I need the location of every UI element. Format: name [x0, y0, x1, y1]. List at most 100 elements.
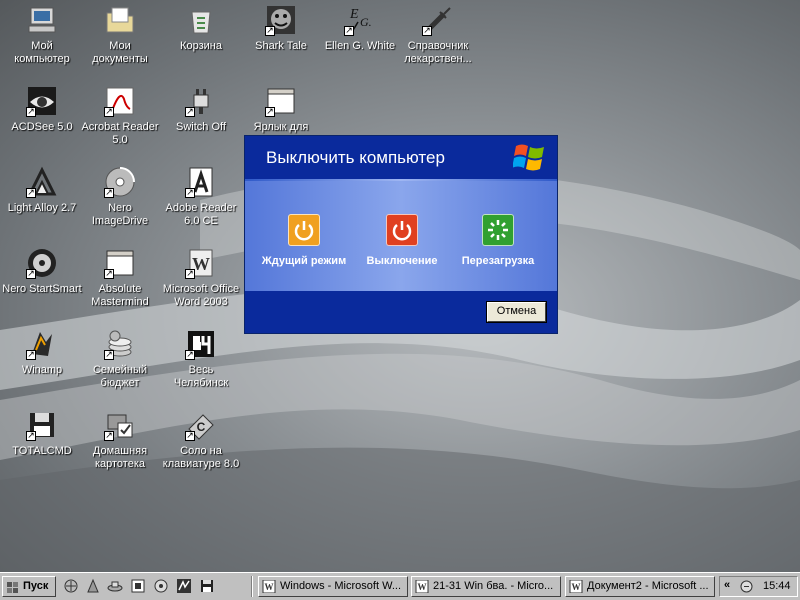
- desktop-icon-acrobat[interactable]: ↗ Acrobat Reader 5.0: [78, 83, 162, 163]
- shark-tale-icon: ↗: [265, 4, 297, 36]
- shortcut-arrow-icon: ↗: [265, 107, 275, 117]
- desktop-icon-winamp[interactable]: ↗ Winamp: [0, 326, 84, 406]
- svg-text:G.: G.: [360, 15, 372, 29]
- desktop-icon-absolute-mastermind[interactable]: ↗ Absolute Mastermind: [78, 245, 162, 325]
- desktop-icon-keyboard-solo[interactable]: C ↗ Соло на клавиатуре 8.0: [159, 407, 243, 487]
- desktop-icon-drug-reference[interactable]: ↗ Справочник лекарствен...: [396, 2, 480, 82]
- svg-text:W: W: [265, 582, 274, 592]
- svg-text:E: E: [349, 7, 359, 22]
- shortcut-arrow-icon: ↗: [185, 188, 195, 198]
- word-doc-icon: W: [262, 579, 276, 594]
- acdsee-eye-icon: ↗: [26, 85, 58, 117]
- shortcut-arrow-icon: ↗: [344, 26, 354, 36]
- cancel-button[interactable]: Отмена: [486, 301, 547, 323]
- shortcut-arrow-icon: ↗: [185, 269, 195, 279]
- svg-text:W: W: [572, 582, 581, 592]
- desktop-icon-recycle-bin[interactable]: Корзина: [159, 2, 243, 82]
- shortcut-arrow-icon: ↗: [26, 431, 36, 441]
- task-button-windows-word[interactable]: W Windows - Microsoft W...: [258, 576, 408, 597]
- quicklaunch-browser-icon[interactable]: [153, 578, 169, 594]
- desktop-icon-family-budget[interactable]: ↗ Семейный бюджет: [78, 326, 162, 406]
- quicklaunch-network-icon[interactable]: [107, 578, 123, 594]
- standby-icon: [294, 221, 314, 241]
- desktop-icon-light-alloy[interactable]: ↗ Light Alloy 2.7: [0, 164, 84, 244]
- desktop-icon-label: Весь Челябинск: [173, 364, 229, 389]
- start-label: Пуск: [23, 580, 49, 592]
- shortcut-arrow-icon: ↗: [104, 350, 114, 360]
- desktop-icon-my-computer[interactable]: Мой компьютер: [0, 2, 84, 82]
- nero-disc-icon: ↗: [104, 166, 136, 198]
- quicklaunch-winamp-icon[interactable]: [176, 578, 192, 594]
- quicklaunch-floppy-icon[interactable]: [199, 578, 215, 594]
- winamp-icon: ↗: [26, 328, 58, 360]
- clock[interactable]: 15:44: [763, 580, 791, 592]
- light-alloy-icon: ↗: [26, 166, 58, 198]
- syringe-icon: ↗: [422, 4, 454, 36]
- desktop-icon-shark-tale[interactable]: ↗ Shark Tale: [239, 2, 323, 82]
- desktop-icon-label: Соло на клавиатуре 8.0: [162, 445, 240, 470]
- windows-logo-icon: [512, 141, 547, 175]
- desktop-icon-label: Shark Tale: [255, 40, 307, 52]
- quicklaunch-internet-icon[interactable]: [85, 578, 101, 594]
- keyboard-solo-icon: C ↗: [185, 409, 217, 441]
- shortcut-arrow-icon: ↗: [26, 269, 36, 279]
- plug-icon: ↗: [185, 85, 217, 117]
- desktop-icon-acdsee[interactable]: ↗ ACDSee 5.0: [0, 83, 84, 163]
- my-documents-icon: [104, 4, 136, 36]
- ellen-white-icon: E G. ↗: [344, 4, 376, 36]
- desktop-icon-label: ACDSee 5.0: [11, 121, 73, 133]
- standby-label[interactable]: Ждущий режим: [258, 255, 350, 267]
- quicklaunch-desktop-icon[interactable]: [63, 578, 79, 594]
- shortcut-arrow-icon: ↗: [104, 431, 114, 441]
- recycle-bin-icon: [185, 4, 217, 36]
- desktop-icon-my-documents[interactable]: Мои документы: [78, 2, 162, 82]
- restart-label[interactable]: Перезагрузка: [450, 255, 546, 267]
- shortcut-arrow-icon: ↗: [185, 350, 195, 360]
- desktop-icon-word-2003[interactable]: W ↗ Microsoft Office Word 2003: [159, 245, 243, 325]
- my-computer-icon: [26, 4, 58, 36]
- desktop-icon-nero-imagedrive[interactable]: ↗ Nero ImageDrive: [78, 164, 162, 244]
- taskbar-separator: [251, 576, 253, 597]
- shortcut-arrow-icon: ↗: [185, 107, 195, 117]
- desktop-icon-nero-startsmart[interactable]: ↗ Nero StartSmart: [0, 245, 84, 325]
- shortcut-arrow-icon: ↗: [265, 26, 275, 36]
- desktop-icon-label: Ярлык для: [253, 121, 309, 133]
- dialog-header: Выключить компьютер: [245, 136, 557, 179]
- desktop-icon-ellen-white[interactable]: E G. ↗ Ellen G. White: [318, 2, 402, 82]
- desktop: Мой компьютер ↗ ACDSee 5.0 ↗ Light Alloy…: [0, 0, 800, 572]
- restart-icon: [488, 220, 508, 240]
- quicklaunch-media-icon[interactable]: [130, 578, 146, 594]
- task-button-document2-word[interactable]: W Документ2 - Microsoft ...: [565, 576, 715, 597]
- task-label: Windows - Microsoft W...: [280, 580, 402, 592]
- desktop-icon-totalcmd[interactable]: ↗ TOTALCMD: [0, 407, 84, 487]
- standby-button[interactable]: [288, 214, 320, 246]
- shortcut-arrow-icon: ↗: [26, 107, 36, 117]
- floppy-icon: ↗: [26, 409, 58, 441]
- power-off-label[interactable]: Выключение: [357, 255, 447, 267]
- shortcut-arrow-icon: ↗: [104, 269, 114, 279]
- card-index-icon: ↗: [104, 409, 136, 441]
- desktop-icon-ves-chelyabinsk[interactable]: ↗ Весь Челябинск: [159, 326, 243, 406]
- desktop-icon-home-card-index[interactable]: ↗ Домашняя картотека: [78, 407, 162, 487]
- tray-expand-chevron[interactable]: «: [724, 579, 730, 591]
- task-label: Документ2 - Microsoft ...: [587, 580, 709, 592]
- restart-button[interactable]: [482, 214, 514, 246]
- power-off-button[interactable]: [386, 214, 418, 246]
- desktop-icon-label: Ellen G. White: [324, 40, 396, 52]
- acrobat-icon: ↗: [104, 85, 136, 117]
- desktop-icon-label: TOTALCMD: [12, 445, 72, 457]
- shortcut-arrow-icon: ↗: [185, 431, 195, 441]
- desktop-icon-label: Корзина: [180, 40, 222, 52]
- desktop-icon-label: Nero StartSmart: [2, 283, 82, 295]
- shutdown-dialog: Выключить компьютер Ждущий режим Выключе…: [244, 135, 558, 334]
- shortcut-arrow-icon: ↗: [104, 107, 114, 117]
- word-icon: W ↗: [185, 247, 217, 279]
- desktop-icon-label: Семейный бюджет: [92, 364, 147, 389]
- desktop-icon-adobe-reader[interactable]: ↗ Adobe Reader 6.0 CE: [159, 164, 243, 244]
- windows-flag-icon: [7, 581, 19, 593]
- task-button-21-31-word[interactable]: W 21-31 Win бва. - Micro...: [411, 576, 561, 597]
- start-button[interactable]: Пуск: [2, 576, 56, 597]
- task-label: 21-31 Win бва. - Micro...: [433, 580, 554, 592]
- desktop-icon-switch-off[interactable]: ↗ Switch Off: [159, 83, 243, 163]
- volume-icon[interactable]: [740, 580, 753, 593]
